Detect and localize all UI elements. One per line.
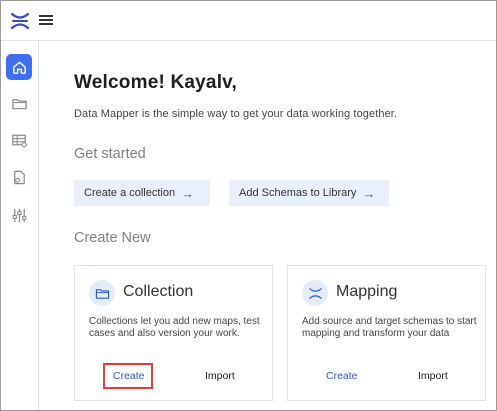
welcome-subtitle: Data Mapper is the simple way to get you… [74,108,398,120]
sidebar-item-schemas[interactable] [6,127,32,153]
mapping-icon [308,287,322,299]
folder-icon [11,98,27,109]
create-collection-link[interactable]: Create a collection → [74,180,210,206]
add-schemas-label: Add Schemas to Library [239,187,357,199]
collection-card-title: Collection [123,283,194,300]
sidebar-item-home[interactable] [6,54,32,80]
arrow-right-icon: → [362,185,376,201]
main-content: Welcome! Kayalv, Data Mapper is the simp… [40,42,496,410]
sidebar-item-collections[interactable] [6,90,32,116]
table-map-icon [11,134,27,147]
collection-card-icon [89,280,115,306]
sidebar-item-documents[interactable] [6,164,32,190]
mapping-create-button[interactable]: Create [326,370,358,382]
sidebar [1,41,39,410]
mapping-import-button[interactable]: Import [418,370,448,382]
x-logo-icon[interactable] [10,11,30,31]
hamburger-menu-icon[interactable] [39,13,55,29]
create-new-heading: Create New [74,230,151,246]
create-collection-label: Create a collection [84,187,176,199]
mapping-card-icon [302,280,328,306]
document-icon [13,170,25,184]
get-started-heading: Get started [74,146,146,162]
arrow-right-icon: → [181,185,195,201]
add-schemas-link[interactable]: Add Schemas to Library → [229,180,389,206]
sliders-icon [12,208,26,222]
collection-card: Collection Collections let you add new m… [74,265,273,401]
mapping-card-title: Mapping [336,283,398,300]
home-icon [12,61,26,74]
collection-import-button[interactable]: Import [205,370,235,382]
mapping-card: Mapping Add source and target schemas to… [287,265,486,401]
highlight-box [103,363,153,389]
top-bar [1,1,496,41]
app-window: Welcome! Kayalv, Data Mapper is the simp… [0,0,497,411]
collection-card-description: Collections let you add new maps, test c… [89,316,260,339]
mapping-card-description: Add source and target schemas to start m… [302,316,477,339]
folder-icon [95,288,109,299]
welcome-heading: Welcome! Kayalv, [74,72,238,93]
sidebar-item-settings[interactable] [6,202,32,228]
